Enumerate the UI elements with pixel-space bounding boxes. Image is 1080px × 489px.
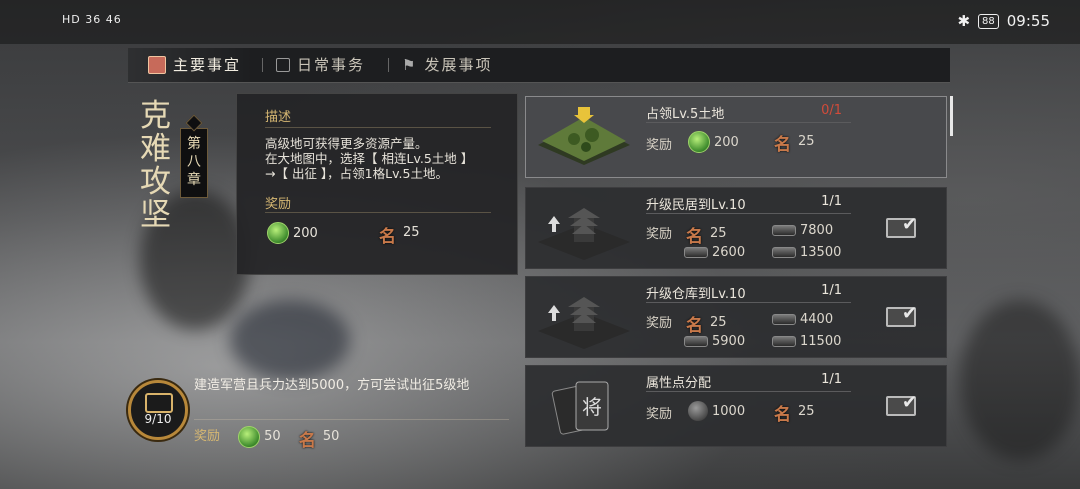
calendar-icon: [276, 58, 290, 72]
reward-iron: 5900: [684, 334, 745, 349]
reward-fame: 名 25: [686, 223, 727, 248]
divider: [646, 213, 851, 214]
divider: [194, 419, 509, 420]
fame-icon: 名: [379, 226, 396, 247]
jade-icon: [267, 222, 289, 244]
tab-label: 发展事项: [424, 56, 493, 74]
scroll-icon: [148, 56, 166, 74]
reward-fame: 名 25: [379, 222, 420, 247]
status-bar: HD 36 46 ✱ 88 09:55: [0, 0, 1080, 44]
quest-progress: 1/1: [821, 194, 842, 209]
quest-title: 占领Lv.5土地: [646, 107, 725, 122]
chapter-tag: 第八章: [180, 128, 208, 198]
jade-icon: [688, 131, 710, 153]
coin-icon: [688, 401, 708, 421]
checkmark-icon: ✔: [902, 214, 918, 235]
reward-label: 奖励: [194, 429, 221, 444]
chapter-title: 克难攻坚: [140, 98, 171, 233]
quest-card-occupy-land[interactable]: 占领Lv.5土地 0/1 奖励 200 名 25: [525, 96, 947, 178]
bluetooth-icon: ✱: [957, 12, 971, 30]
claim-reward-button[interactable]: ✔: [886, 305, 920, 327]
tab-daily-affairs[interactable]: 日常事务: [276, 48, 365, 82]
quest-progress: 0/1: [821, 103, 842, 118]
quest-progress: 1/1: [821, 283, 842, 298]
chapter-chest-button[interactable]: 9/10: [128, 380, 188, 440]
reward-jade: 200: [267, 222, 318, 244]
stone-icon: [772, 336, 796, 347]
description-panel: 描述 高级地可获得更多资源产量。 在大地图中，选择【 相连Lv.5土地 】 →【…: [236, 93, 518, 275]
reward-fame: 名 25: [774, 131, 815, 156]
claim-reward-button[interactable]: ✔: [886, 394, 920, 416]
description-text: 高级地可获得更多资源产量。 在大地图中，选择【 相连Lv.5土地 】 →【 出征…: [265, 136, 474, 181]
main-task-text: 建造军营且兵力达到5000，方可尝试出征5级地: [194, 378, 470, 393]
checkmark-icon: ✔: [902, 303, 918, 324]
battery-indicator: 88: [978, 13, 999, 29]
iron-icon: [684, 247, 708, 258]
quest-title: 属性点分配: [646, 376, 712, 391]
land-tile-thumbnail: [538, 107, 630, 165]
reward-stone: 13500: [772, 245, 841, 260]
reward-label: 奖励: [646, 316, 673, 331]
quest-title: 升级仓库到Lv.10: [646, 287, 746, 302]
signal-indicators: HD 36 46: [62, 13, 122, 26]
reward-fame: 名 25: [686, 312, 727, 337]
main-task-rewards: 奖励 50 名 50: [194, 425, 340, 451]
right-soldiers-silhouette: [960, 300, 1080, 460]
reward-label: 奖励: [646, 407, 673, 422]
stone-icon: [772, 247, 796, 258]
reward-jade: 200: [688, 131, 739, 153]
quest-card-attribute-points[interactable]: 将 属性点分配 1/1 奖励 1000 名 25 ✔: [525, 365, 947, 447]
scrollbar[interactable]: [950, 96, 953, 136]
quest-title: 升级民居到Lv.10: [646, 198, 746, 213]
quest-progress: 1/1: [821, 372, 842, 387]
iron-icon: [684, 336, 708, 347]
svg-text:将: 将: [582, 395, 602, 419]
tab-main-affairs[interactable]: 主要事宜: [148, 48, 241, 82]
clock: 09:55: [1006, 12, 1050, 30]
reward-jade: 50: [238, 425, 281, 448]
reward-stone: 11500: [772, 334, 841, 349]
reward-fame: 名 25: [774, 401, 815, 426]
reward-label: 奖励: [265, 197, 292, 212]
tab-bar: 主要事宜 日常事务 ⚑ 发展事项: [128, 48, 950, 83]
tab-divider: [262, 58, 263, 72]
reward-wood: 7800: [772, 223, 833, 238]
wood-icon: [772, 314, 796, 325]
reward-coin: 1000: [688, 401, 745, 421]
fame-icon: 名: [686, 227, 703, 247]
fame-icon: 名: [774, 135, 791, 155]
claim-reward-button[interactable]: ✔: [886, 216, 920, 238]
reward-fame: 名 50: [298, 429, 340, 451]
tab-divider: [388, 58, 389, 72]
pagoda-thumbnail: [538, 297, 630, 349]
divider: [646, 302, 851, 303]
reward-iron: 2600: [684, 245, 745, 260]
reward-label: 奖励: [646, 227, 673, 242]
fame-icon: 名: [774, 405, 791, 425]
reward-wood: 4400: [772, 312, 833, 327]
checkmark-icon: ✔: [902, 392, 918, 413]
divider: [265, 212, 491, 213]
general-card-thumbnail: 将: [551, 381, 609, 435]
jade-icon: [238, 425, 261, 448]
soldier-silhouette: [230, 300, 350, 380]
flag-icon: ⚑: [402, 56, 418, 74]
pagoda-thumbnail: [538, 208, 630, 260]
fame-icon: 名: [298, 430, 316, 451]
description-heading: 描述: [265, 110, 292, 125]
tab-label: 日常事务: [297, 56, 366, 74]
divider: [646, 122, 851, 123]
tab-development[interactable]: ⚑ 发展事项: [402, 48, 492, 82]
wood-icon: [772, 225, 796, 236]
reward-label: 奖励: [646, 138, 673, 153]
fame-icon: 名: [686, 316, 703, 336]
quest-card-upgrade-warehouse[interactable]: 升级仓库到Lv.10 1/1 奖励 名 25 4400 5900 11500 ✔: [525, 276, 947, 358]
divider: [646, 391, 851, 392]
tab-label: 主要事宜: [173, 56, 242, 74]
chapter-progress: 9/10: [144, 412, 172, 426]
divider: [265, 127, 491, 128]
quest-card-upgrade-residence[interactable]: 升级民居到Lv.10 1/1 奖励 名 25 7800 2600 13500 ✔: [525, 187, 947, 269]
chest-icon: [145, 393, 173, 413]
